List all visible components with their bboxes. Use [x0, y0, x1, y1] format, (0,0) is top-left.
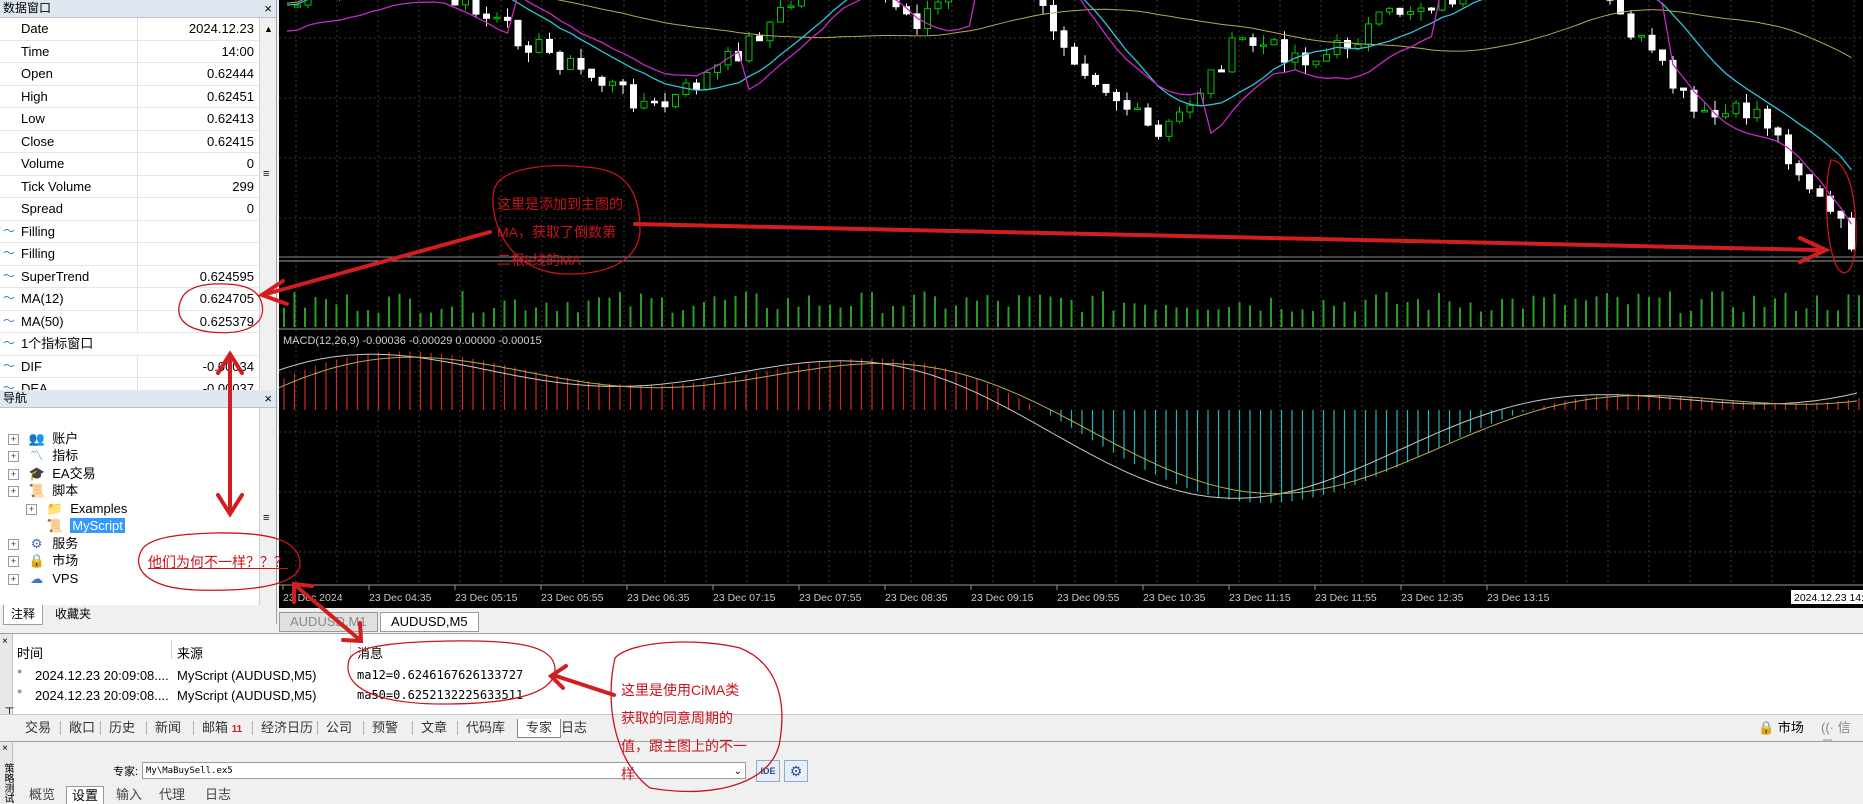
annotation-overlay — [0, 0, 1863, 802]
annotation-circle-ma — [179, 284, 263, 333]
annotation-circle-lastbar — [1826, 160, 1856, 273]
annotation-line: 这里是使用CiMA类 — [621, 676, 747, 704]
annotation-text-bottom: 这里是使用CiMA类 获取的同意周期的 值，跟主图上的不一 样 — [621, 676, 747, 788]
annotation-line: MA，获取了倒数第 — [497, 218, 623, 246]
annotation-arrow-to-chart — [635, 224, 1818, 250]
annotation-line: 样 — [621, 760, 747, 788]
annotation-line: 这里是添加到主图的 — [497, 190, 623, 218]
annotation-text-question: 他们为何不一样？？？ — [148, 548, 288, 576]
annotation-line: 二根k线的MA — [497, 246, 623, 274]
annotation-arrow-diagonal — [296, 586, 360, 640]
annotation-line: 获取的同意周期的 — [621, 704, 747, 732]
annotation-arrow-to-ma — [266, 232, 490, 294]
annotation-circle-journal — [348, 641, 555, 704]
annotation-text-top: 这里是添加到主图的 MA，获取了倒数第 二根k线的MA — [497, 190, 623, 274]
annotation-line: 值，跟主图上的不一 — [621, 732, 747, 760]
